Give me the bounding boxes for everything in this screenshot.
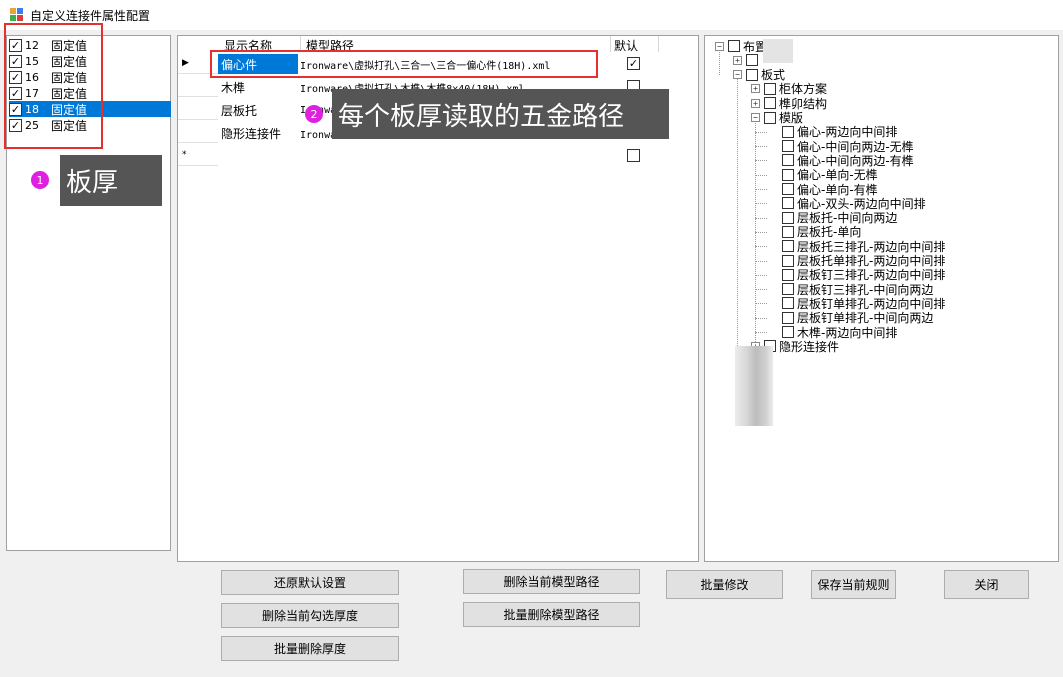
- tree-checkbox[interactable]: [782, 283, 794, 296]
- tree-checkbox[interactable]: [746, 68, 758, 81]
- default-checkbox[interactable]: [627, 149, 640, 162]
- callout-path: 每个板厚读取的五金路径: [332, 89, 669, 139]
- tree-checkbox[interactable]: [782, 125, 794, 138]
- tree-checkbox[interactable]: [782, 240, 794, 253]
- path-highlight-box: [210, 50, 598, 78]
- tree-checkbox[interactable]: [782, 168, 794, 181]
- app-icon: [10, 8, 24, 22]
- batch-delete-thickness-button[interactable]: 批量删除厚度: [221, 636, 399, 661]
- expand-toggle-icon[interactable]: −: [715, 41, 724, 51]
- row-header[interactable]: [178, 98, 218, 120]
- row-header[interactable]: [178, 75, 218, 97]
- tree-checkbox[interactable]: [764, 111, 776, 124]
- tree-checkbox[interactable]: [764, 82, 776, 95]
- cell-display-name[interactable]: 木榫: [218, 77, 298, 97]
- blurred-region: [735, 346, 773, 426]
- tree-checkbox[interactable]: [782, 183, 794, 195]
- save-rule-button[interactable]: 保存当前规则: [811, 570, 896, 599]
- tree-checkbox[interactable]: [782, 311, 794, 324]
- thickness-highlight-box: [4, 23, 103, 149]
- default-checkbox[interactable]: ✓: [627, 57, 640, 70]
- tree-checkbox[interactable]: [782, 326, 794, 338]
- tree-node[interactable]: − 板式: [733, 68, 785, 82]
- batch-delete-path-button[interactable]: 批量删除模型路径: [463, 602, 640, 627]
- close-button[interactable]: 关闭: [944, 570, 1029, 599]
- callout-badge-2: 2: [305, 105, 323, 123]
- cell-display-name[interactable]: [218, 146, 298, 166]
- layout-tree[interactable]: −布置方案+−板式+柜体方案+榫卯结构−模版偏心-两边向中间排偏心-中间向两边-…: [704, 35, 1059, 562]
- row-header[interactable]: *: [178, 144, 218, 166]
- delete-current-path-button[interactable]: 删除当前模型路径: [463, 569, 640, 594]
- delete-checked-thickness-button[interactable]: 删除当前勾选厚度: [221, 603, 399, 628]
- cell-model-path[interactable]: [300, 146, 602, 166]
- tree-checkbox[interactable]: [782, 268, 794, 281]
- row-header[interactable]: [178, 121, 218, 143]
- cell-display-name[interactable]: 层板托: [218, 100, 298, 120]
- grid-row[interactable]: *: [178, 144, 658, 166]
- restore-default-button[interactable]: 还原默认设置: [221, 570, 399, 595]
- tree-node[interactable]: − 模版: [751, 111, 803, 125]
- tree-checkbox[interactable]: [746, 54, 758, 67]
- tree-checkbox[interactable]: [782, 211, 794, 224]
- window-title: 自定义连接件属性配置: [30, 8, 151, 23]
- expand-toggle-icon[interactable]: −: [733, 70, 742, 80]
- tree-node[interactable]: +: [733, 53, 761, 67]
- expand-toggle-icon[interactable]: +: [751, 98, 760, 108]
- tree-checkbox[interactable]: [782, 297, 794, 310]
- blurred-region-top: [763, 39, 793, 63]
- cell-display-name[interactable]: 隐形连接件: [218, 123, 298, 143]
- tree-checkbox[interactable]: [782, 225, 794, 238]
- callout-badge-1: 1: [31, 171, 49, 189]
- tree-node-label: 隐形连接件: [779, 339, 840, 354]
- title-bar: 自定义连接件属性配置: [0, 0, 1063, 30]
- tree-checkbox[interactable]: [782, 197, 794, 210]
- tree-checkbox[interactable]: [728, 40, 740, 52]
- tree-checkbox[interactable]: [782, 254, 794, 267]
- tree-checkbox[interactable]: [764, 97, 776, 110]
- expand-toggle-icon[interactable]: −: [751, 113, 760, 122]
- expand-toggle-icon[interactable]: +: [751, 84, 760, 94]
- tree-checkbox[interactable]: [782, 154, 794, 167]
- expand-toggle-icon[interactable]: +: [733, 55, 742, 65]
- tree-checkbox[interactable]: [782, 140, 794, 153]
- callout-thickness: 板厚: [60, 155, 162, 206]
- batch-modify-button[interactable]: 批量修改: [666, 570, 783, 599]
